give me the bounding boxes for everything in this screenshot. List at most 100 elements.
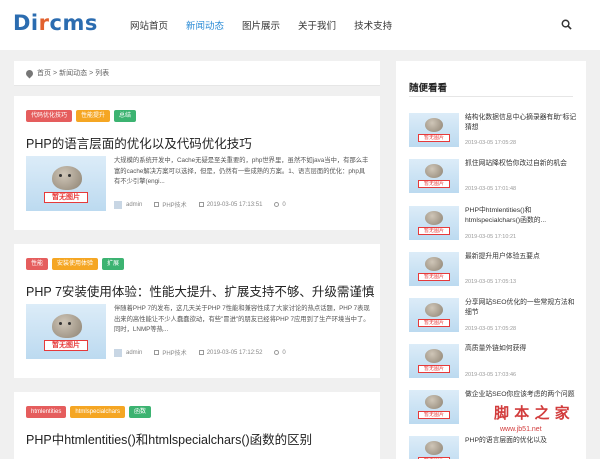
sidebar-item-date: 2019-03-05 17:10:21 bbox=[465, 234, 517, 240]
placeholder-rock-icon bbox=[425, 257, 443, 271]
sidebar-thumbnail[interactable]: 暂无图片 bbox=[409, 206, 459, 240]
location-pin-icon bbox=[24, 68, 35, 78]
post-author[interactable]: admin bbox=[126, 350, 142, 356]
sidebar-divider bbox=[409, 96, 573, 97]
site-logo[interactable]: Dircms bbox=[13, 11, 98, 35]
post-author[interactable]: admin bbox=[126, 202, 142, 208]
no-image-label: 暂无图片 bbox=[44, 192, 88, 203]
nav-home[interactable]: 网站首页 bbox=[130, 18, 168, 32]
breadcrumb-current: 列表 bbox=[95, 70, 110, 77]
no-image-label: 暂无图片 bbox=[418, 411, 450, 419]
sidebar-item-title[interactable]: 抓住网站降权恰你改过自新的机会 bbox=[465, 159, 577, 169]
site-header: Dircms 网站首页 新闻动态 图片展示 关于我们 技术支持 bbox=[0, 0, 600, 50]
post-card: 性能 安装使用体验 扩展 PHP 7安装使用体验：性能大提升、扩展支持不够、升级… bbox=[14, 244, 380, 378]
tag[interactable]: 函数 bbox=[129, 406, 152, 418]
folder-icon bbox=[154, 350, 160, 355]
nav-news[interactable]: 新闻动态 bbox=[186, 18, 224, 32]
sidebar-item-title[interactable]: PHP中htmlentities()和htmlspecialchars()函数的… bbox=[465, 206, 577, 226]
placeholder-rock-icon bbox=[425, 303, 443, 317]
sidebar-thumbnail[interactable]: 暂无图片 bbox=[409, 390, 459, 424]
site-watermark: 脚 本 之 家 www.jb51.net bbox=[490, 398, 600, 459]
sidebar-item-date: 2019-03-05 17:03:46 bbox=[465, 372, 517, 378]
post-thumbnail[interactable]: 暂无图片 bbox=[26, 156, 106, 211]
sidebar-thumbnail[interactable]: 暂无图片 bbox=[409, 159, 459, 193]
placeholder-rock-icon bbox=[52, 166, 82, 190]
post-tags: 代码优化技巧 性能提升 总结 bbox=[26, 110, 140, 122]
sidebar-item-title[interactable]: 高质量外链如何获得 bbox=[465, 344, 577, 354]
tag[interactable]: 总结 bbox=[114, 110, 137, 122]
post-category[interactable]: PHP技术 bbox=[162, 348, 186, 357]
breadcrumb-news[interactable]: 新闻动态 bbox=[59, 68, 87, 78]
post-excerpt: 伴随着PHP 7的发布，这几天关于PHP 7性能和兼容性成了大家讨论的热点话题，… bbox=[114, 305, 370, 333]
sidebar-title: 随便看看 bbox=[409, 83, 448, 94]
placeholder-rock-icon bbox=[425, 395, 443, 409]
post-title[interactable]: PHP中htmlentities()和htmlspecialchars()函数的… bbox=[26, 429, 312, 448]
clock-icon bbox=[198, 202, 204, 207]
post-excerpt: 大规模的系统开发中，Cache无疑是至关重要的，php世界里，虽然不如java当… bbox=[114, 157, 369, 185]
logo-part-2: r bbox=[38, 11, 50, 35]
no-image-label: 暂无图片 bbox=[418, 319, 450, 327]
sidebar-item[interactable]: 暂无图片 结构化数据信息中心摘录器有助"标记猜想 2019-03-05 17:0… bbox=[409, 113, 579, 153]
sidebar-item[interactable]: 暂无图片 最新提升用户体验五要点 2019-03-05 17:05:13 bbox=[409, 252, 579, 292]
page: { "header": { "logo": {"part1": "Di", "p… bbox=[0, 0, 600, 459]
placeholder-rock-icon bbox=[425, 441, 443, 455]
tag[interactable]: 扩展 bbox=[102, 258, 125, 270]
sidebar-thumbnail[interactable]: 暂无图片 bbox=[409, 252, 459, 286]
eye-icon bbox=[274, 350, 280, 355]
sidebar-item[interactable]: 暂无图片 分享网站SEO优化的一些常规方法和细节 2019-03-05 17:0… bbox=[409, 298, 579, 338]
sidebar-item[interactable]: 暂无图片 PHP中htmlentities()和htmlspecialchars… bbox=[409, 206, 579, 246]
post-title[interactable]: PHP 7安装使用体验：性能大提升、扩展支持不够、升级需谨慎 bbox=[26, 281, 374, 300]
tag[interactable]: 性能提升 bbox=[76, 110, 111, 122]
post-views: 0 bbox=[282, 349, 286, 356]
clock-icon bbox=[198, 350, 204, 355]
no-image-label: 暂无图片 bbox=[44, 340, 88, 351]
post-card: htmlentities htmlspecialchars 函数 PHP中htm… bbox=[14, 392, 380, 459]
sidebar-item[interactable]: 暂无图片 高质量外链如何获得 2019-03-05 17:03:46 bbox=[409, 344, 579, 384]
post-meta: admin PHP技术 2019-03-05 17:12:52 0 bbox=[114, 348, 298, 357]
post-tags: htmlentities htmlspecialchars 函数 bbox=[26, 406, 155, 418]
tag[interactable]: 性能 bbox=[26, 258, 49, 270]
no-image-label: 暂无图片 bbox=[418, 134, 450, 142]
tag[interactable]: htmlentities bbox=[26, 406, 67, 418]
tag[interactable]: 安装使用体验 bbox=[52, 258, 99, 270]
eye-icon bbox=[274, 202, 280, 207]
tag[interactable]: 代码优化技巧 bbox=[26, 110, 73, 122]
breadcrumb-sep: > bbox=[53, 69, 58, 77]
sidebar-item-title[interactable]: 结构化数据信息中心摘录器有助"标记猜想 bbox=[465, 113, 577, 133]
breadcrumb-sep: > bbox=[89, 69, 94, 77]
search-icon[interactable] bbox=[561, 19, 572, 30]
no-image-label: 暂无图片 bbox=[418, 365, 450, 373]
post-thumbnail[interactable]: 暂无图片 bbox=[26, 304, 106, 359]
logo-part-1: Di bbox=[13, 11, 39, 35]
author-avatar-icon bbox=[114, 200, 122, 209]
sidebar-thumbnail[interactable]: 暂无图片 bbox=[409, 436, 459, 459]
placeholder-rock-icon bbox=[425, 211, 443, 225]
main-nav: 网站首页 新闻动态 图片展示 关于我们 技术支持 bbox=[130, 18, 410, 32]
nav-gallery[interactable]: 图片展示 bbox=[242, 18, 280, 32]
sidebar-item-date: 2019-03-05 17:05:28 bbox=[465, 326, 517, 332]
sidebar-thumbnail[interactable]: 暂无图片 bbox=[409, 344, 459, 378]
sidebar-item-date: 2019-03-05 17:05:13 bbox=[465, 279, 517, 285]
no-image-label: 暂无图片 bbox=[418, 180, 450, 188]
post-title[interactable]: PHP的语言层面的优化以及代码优化技巧 bbox=[26, 133, 252, 152]
post-meta: admin PHP技术 2019-03-05 17:13:51 0 bbox=[114, 200, 298, 209]
nav-support[interactable]: 技术支持 bbox=[354, 18, 392, 32]
tag[interactable]: htmlspecialchars bbox=[70, 406, 126, 418]
sidebar-item-title[interactable]: 最新提升用户体验五要点 bbox=[465, 252, 577, 262]
post-views: 0 bbox=[282, 201, 286, 208]
breadcrumb-home[interactable]: 首页 bbox=[37, 68, 51, 78]
sidebar-thumbnail[interactable]: 暂无图片 bbox=[409, 113, 459, 147]
post-category[interactable]: PHP技术 bbox=[162, 200, 186, 209]
no-image-label: 暂无图片 bbox=[418, 273, 450, 281]
placeholder-rock-icon bbox=[425, 349, 443, 363]
breadcrumb: 首页 > 新闻动态 > 列表 bbox=[14, 61, 380, 86]
sidebar-item[interactable]: 暂无图片 抓住网站降权恰你改过自新的机会 2019-03-05 17:01:48 bbox=[409, 159, 579, 199]
nav-about[interactable]: 关于我们 bbox=[298, 18, 336, 32]
post-card: 代码优化技巧 性能提升 总结 PHP的语言层面的优化以及代码优化技巧 暂无图片 … bbox=[14, 96, 380, 230]
watermark-url: www.jb51.net bbox=[500, 426, 542, 433]
watermark-title: 脚 本 之 家 bbox=[494, 404, 570, 422]
placeholder-rock-icon bbox=[425, 164, 443, 178]
placeholder-rock-icon bbox=[52, 314, 82, 338]
sidebar-item-title[interactable]: 分享网站SEO优化的一些常规方法和细节 bbox=[465, 298, 577, 318]
sidebar-thumbnail[interactable]: 暂无图片 bbox=[409, 298, 459, 332]
